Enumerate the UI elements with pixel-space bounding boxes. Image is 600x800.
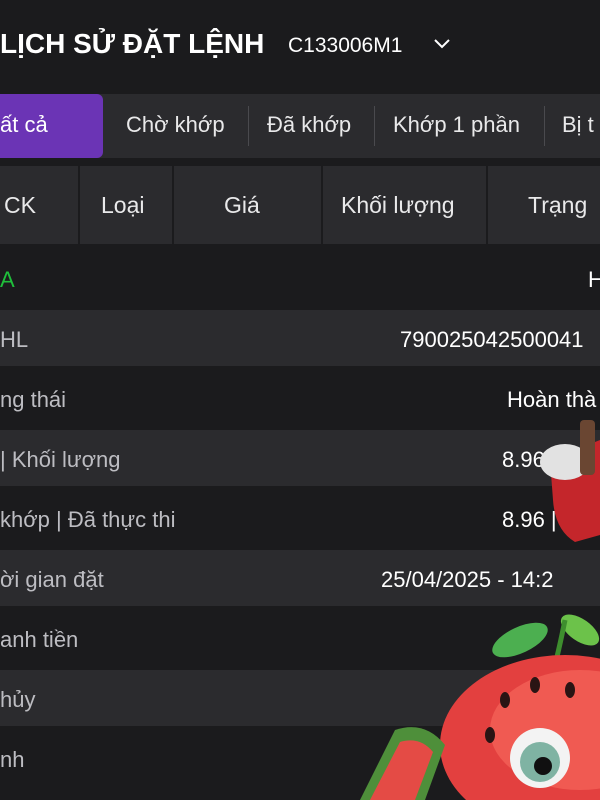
detail-label-matched-executed: khớp | Đã thực thi bbox=[0, 507, 176, 532]
detail-label-order-time: ời gian đặt bbox=[0, 567, 104, 592]
detail-row: A H bbox=[0, 250, 600, 306]
detail-label-symbol: A bbox=[0, 267, 15, 292]
detail-row: HL 790025042500041 bbox=[0, 310, 600, 366]
column-header-type[interactable]: Loại bbox=[101, 166, 144, 244]
detail-label-amount: anh tiền bbox=[0, 627, 79, 652]
chevron-down-icon[interactable] bbox=[432, 36, 452, 52]
filter-rejected[interactable]: Bị t bbox=[562, 94, 594, 158]
filter-pending[interactable]: Chờ khớp bbox=[126, 94, 225, 158]
order-status-filters: ất cả Chờ khớp Đã khớp Khớp 1 phần Bị t bbox=[0, 94, 600, 158]
filter-all[interactable]: ất cả bbox=[0, 94, 103, 158]
filter-divider bbox=[544, 106, 545, 146]
page-header: LỊCH SỬ ĐẶT LỆNH C133006M1 bbox=[0, 0, 600, 92]
filter-partial[interactable]: Khớp 1 phần bbox=[393, 94, 520, 158]
filter-matched[interactable]: Đã khớp bbox=[267, 94, 351, 158]
column-header-symbol[interactable]: CK bbox=[4, 166, 36, 244]
filter-divider bbox=[248, 106, 249, 146]
detail-label-order-id: HL bbox=[0, 327, 29, 352]
filter-all-label: ất cả bbox=[0, 112, 48, 137]
column-divider bbox=[486, 166, 488, 244]
detail-label-cancel: hủy bbox=[0, 687, 36, 712]
detail-label-channel: nh bbox=[0, 747, 25, 772]
page-title: LỊCH SỬ ĐẶT LỆNH bbox=[0, 28, 265, 59]
column-divider bbox=[321, 166, 323, 244]
account-selector[interactable]: C133006M1 bbox=[288, 34, 402, 58]
detail-label-price-volume: | Khối lượng bbox=[0, 447, 121, 472]
column-divider bbox=[172, 166, 174, 244]
watermelon-mascot-icon bbox=[360, 420, 600, 800]
column-header-volume[interactable]: Khối lượng bbox=[341, 166, 455, 244]
detail-value-order-id: 790025042500041 bbox=[400, 327, 584, 352]
column-header-price[interactable]: Giá bbox=[224, 166, 260, 244]
order-table-header: CK Loại Giá Khối lượng Trạng bbox=[0, 166, 600, 244]
filter-divider bbox=[374, 106, 375, 146]
column-divider bbox=[78, 166, 80, 244]
column-header-status[interactable]: Trạng bbox=[528, 166, 587, 244]
detail-value: H bbox=[588, 267, 600, 292]
detail-label-status: ng thái bbox=[0, 387, 67, 412]
